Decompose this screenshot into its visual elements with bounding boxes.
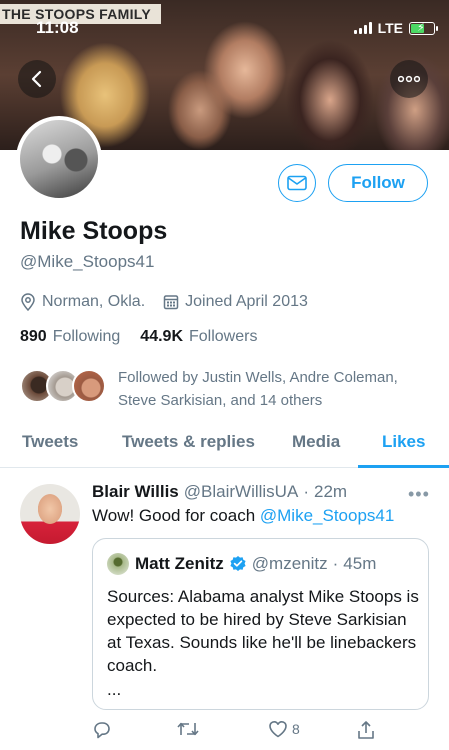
followed-by[interactable]: Followed by Justin Wells, Andre Coleman,… xyxy=(20,366,428,412)
follow-button[interactable]: Follow xyxy=(328,164,428,202)
quoted-tweet[interactable]: Matt Zenitz @mzenitz · 45m Sources: Alab… xyxy=(92,538,429,710)
mutual-avatar xyxy=(72,369,106,403)
status-indicators: LTE ⚡ xyxy=(353,20,438,36)
like-count: 8 xyxy=(292,721,300,737)
display-name: Mike Stoops xyxy=(20,217,168,245)
quote-text: Sources: Alabama analyst Mike Stoops is … xyxy=(107,587,419,675)
share-button[interactable] xyxy=(356,720,376,740)
tab-media[interactable]: Media xyxy=(292,432,340,452)
signal-icon xyxy=(353,22,372,34)
quote-separator: · xyxy=(332,554,339,573)
location-text: Norman, Okla. xyxy=(42,293,146,310)
share-icon xyxy=(358,721,374,739)
follow-stats: 890 Following 44.9K Followers xyxy=(20,328,257,346)
tweet-author-name[interactable]: Blair Willis xyxy=(92,482,179,502)
quote-author-handle: @mzenitz xyxy=(251,554,328,573)
more-horizontal-icon xyxy=(398,75,420,83)
tweet-header: Blair Willis @BlairWillisUA · 22m xyxy=(92,482,347,502)
location: Norman, Okla. xyxy=(20,293,145,311)
followers-label[interactable]: Followers xyxy=(189,328,257,346)
tweet-author-avatar[interactable] xyxy=(20,484,80,544)
quote-ellipsis: ... xyxy=(107,680,122,699)
retweet-icon xyxy=(177,722,199,736)
retweet-button[interactable] xyxy=(176,720,200,738)
message-button[interactable] xyxy=(278,164,316,202)
status-time: 11:08 xyxy=(36,18,79,37)
active-tab-indicator xyxy=(358,465,449,468)
quote-time: 45m xyxy=(343,554,377,573)
battery-icon: ⚡ xyxy=(409,21,438,35)
tab-likes[interactable]: Likes xyxy=(382,432,425,452)
quote-header: Matt Zenitz @mzenitz · 45m xyxy=(135,554,376,574)
tweet-author-handle[interactable]: @BlairWillisUA xyxy=(184,482,299,502)
tweet-text: Wow! Good for coach @Mike_Stoops41 xyxy=(92,506,394,526)
quote-author-avatar xyxy=(107,553,129,575)
chevron-left-icon xyxy=(31,70,42,88)
verified-badge-icon xyxy=(230,556,246,571)
network-label: LTE xyxy=(377,20,403,36)
followers-count[interactable]: 44.9K xyxy=(140,328,183,346)
mutual-avatars xyxy=(20,369,110,409)
join-date: Joined April 2013 xyxy=(163,293,308,311)
location-pin-icon xyxy=(21,293,35,311)
mail-icon xyxy=(287,175,307,191)
tweet-mention[interactable]: @Mike_Stoops41 xyxy=(260,506,394,525)
profile-handle: @Mike_Stoops41 xyxy=(20,252,155,271)
tweet-time: 22m xyxy=(313,482,348,501)
tab-tweets[interactable]: Tweets xyxy=(22,432,78,452)
quote-author-name: Matt Zenitz xyxy=(135,554,224,573)
profile-meta: Norman, Okla. Joined April 2013 xyxy=(20,293,326,311)
more-options-button[interactable] xyxy=(390,60,428,98)
reply-icon xyxy=(94,722,110,739)
tweet-separator: · xyxy=(303,482,309,501)
reply-button[interactable] xyxy=(92,720,112,740)
tweet-actions: 8 xyxy=(0,720,449,746)
profile-tabs: Tweets Tweets & replies Media Likes xyxy=(0,420,449,468)
heart-icon xyxy=(269,721,287,738)
profile-avatar[interactable] xyxy=(16,116,102,202)
calendar-icon xyxy=(163,295,179,310)
join-date-text: Joined April 2013 xyxy=(185,293,308,310)
back-button[interactable] xyxy=(18,60,56,98)
following-count[interactable]: 890 xyxy=(20,328,47,346)
like-button[interactable]: 8 xyxy=(268,720,300,738)
tab-tweets-replies[interactable]: Tweets & replies xyxy=(122,432,255,452)
tweet-body: Wow! Good for coach xyxy=(92,506,256,525)
followed-by-text: Followed by Justin Wells, Andre Coleman,… xyxy=(118,369,398,409)
banner-label: THE STOOPS FAMILY xyxy=(0,4,162,24)
tweet-more-icon[interactable]: ••• xyxy=(408,484,430,505)
following-label[interactable]: Following xyxy=(53,328,121,346)
